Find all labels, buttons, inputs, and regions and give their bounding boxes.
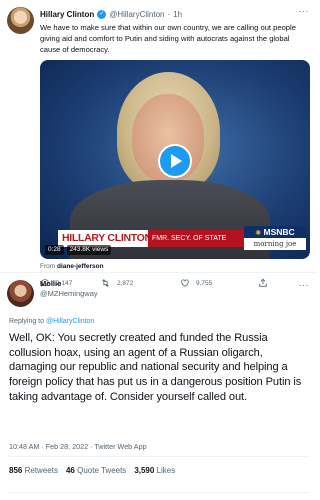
- quotes-stat[interactable]: 46 Quote Tweets: [66, 466, 126, 475]
- tweet-timestamp[interactable]: 10:48 AM · Feb 28, 2022 · Twitter Web Ap…: [9, 442, 147, 451]
- share-action[interactable]: [258, 278, 268, 290]
- share-icon: [259, 278, 267, 287]
- likes-count: 3,590: [134, 466, 155, 475]
- like-action[interactable]: 9,755: [180, 278, 212, 288]
- heart-icon: [181, 279, 189, 287]
- retweets-count: 856: [9, 466, 23, 475]
- from-user[interactable]: diane-jefferson: [57, 263, 104, 270]
- play-button[interactable]: [158, 144, 192, 178]
- tweet-stats: 856 Retweets 46 Quote Tweets 3,590 Likes: [9, 466, 175, 475]
- retweet-icon: [102, 279, 109, 287]
- reply-header: Mollie @MZHemingway: [40, 279, 98, 299]
- divider: [9, 456, 309, 457]
- retweet-action[interactable]: 2,872: [100, 278, 133, 288]
- avatar[interactable]: [7, 280, 34, 307]
- show-name: morning joe: [244, 238, 306, 250]
- quotes-label: Quote Tweets: [77, 466, 127, 475]
- retweets-label: Retweets: [24, 466, 58, 475]
- likes-label: Likes: [156, 466, 176, 475]
- more-options-icon[interactable]: ···: [299, 6, 310, 16]
- network-name: MSNBC: [263, 227, 295, 237]
- quoted-tweet: Hillary Clinton ✓ @HillaryClinton · 1h ·…: [0, 0, 317, 287]
- video-player[interactable]: HILLARY CLINTON FMR. SECY. OF STATE ✺ MS…: [40, 60, 310, 259]
- like-count: 9,755: [196, 279, 213, 287]
- replying-prefix: Replying to: [9, 318, 45, 325]
- peacock-icon: ✺: [255, 230, 262, 237]
- divider: [9, 492, 309, 493]
- video-elapsed: 0:28: [45, 245, 64, 255]
- replying-to: Replying to @HillaryClinton: [9, 318, 94, 325]
- video-views: 243.8K views: [66, 245, 112, 255]
- tweet-text: We have to make sure that within our own…: [40, 23, 296, 54]
- lower-third-title: FMR. SECY. OF STATE: [148, 230, 244, 247]
- retweets-stat[interactable]: 856 Retweets: [9, 466, 58, 475]
- verified-badge-icon: ✓: [97, 9, 107, 19]
- tweet-header: Hillary Clinton ✓ @HillaryClinton · 1h: [40, 8, 290, 20]
- play-icon: [171, 154, 182, 168]
- likes-stat[interactable]: 3,590 Likes: [134, 466, 175, 475]
- from-prefix: From: [40, 263, 56, 270]
- retweet-count: 2,872: [117, 279, 134, 287]
- video-source: From diane-jefferson: [40, 263, 104, 270]
- author-name[interactable]: Mollie: [40, 279, 98, 289]
- video-badge: 0:28 243.8K views: [45, 245, 112, 255]
- avatar[interactable]: [7, 7, 34, 34]
- quotes-count: 46: [65, 466, 75, 475]
- author-handle[interactable]: @HillaryClinton: [109, 10, 164, 19]
- separator-dot: ·: [167, 9, 171, 19]
- tweet-divider: [0, 272, 317, 273]
- replying-to-link[interactable]: @HillaryClinton: [46, 318, 94, 325]
- more-options-icon[interactable]: ···: [299, 280, 310, 290]
- tweet-age[interactable]: 1h: [173, 10, 182, 19]
- tweet-text: Well, OK: You secretly created and funde…: [9, 332, 302, 403]
- author-handle[interactable]: @MZHemingway: [40, 289, 98, 299]
- network-logo: ✺ MSNBC: [244, 226, 306, 238]
- author-name[interactable]: Hillary Clinton: [40, 10, 94, 19]
